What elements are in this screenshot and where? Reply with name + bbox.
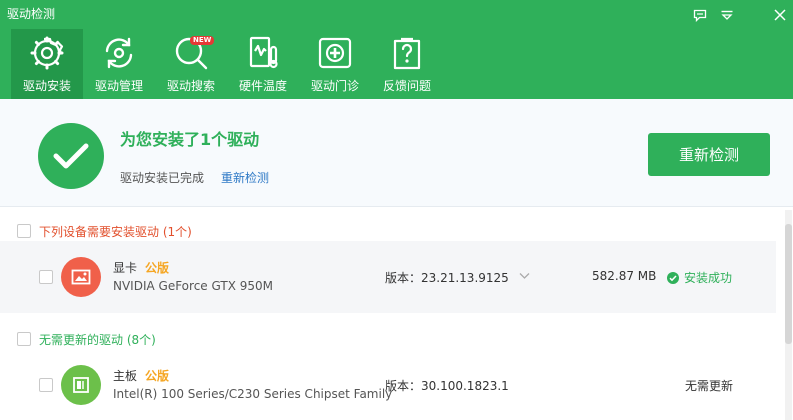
list-item: 显卡 公版 NVIDIA GeForce GTX 950M 版本：23.21.13… [0, 241, 776, 313]
summary-subtitle: 驱动安装已完成 [120, 171, 205, 185]
tab-label: 硬件温度 [238, 79, 287, 93]
scrollbar-thumb[interactable] [785, 224, 792, 344]
tab-label: 驱动安装 [22, 79, 71, 93]
rescan-link[interactable]: 重新检测 [221, 169, 269, 186]
success-check-icon [38, 123, 104, 189]
tab-label: 驱动管理 [94, 79, 143, 93]
tab-label: 驱动门诊 [310, 79, 359, 93]
gear-icon [30, 36, 64, 70]
driver-version: 版本：30.100.1823.1 [385, 379, 509, 393]
tab-hardware-temp[interactable]: 硬件温度 [227, 29, 299, 99]
status-text: 无需更新 [685, 379, 734, 393]
main-tabs: 驱动安装 驱动管理 NEW 驱动搜索 硬件温度 驱动门诊 反馈问题 [11, 29, 443, 99]
window-title: 驱动检测 [7, 7, 56, 21]
menu-icon[interactable] [717, 5, 737, 25]
device-name: 主板 公版 [113, 367, 169, 384]
tab-label: 驱动搜索 [166, 79, 215, 93]
list-item: 主板 公版 Intel(R) 100 Series/C230 Series Chi… [0, 350, 776, 420]
section-title-needs-install: 下列设备需要安装驱动 (1个) [39, 225, 192, 239]
graphics-card-icon [61, 257, 101, 297]
device-name-text: 主板 [113, 369, 138, 383]
summary-title: 为您安装了1个驱动 [120, 130, 260, 149]
thermometer-icon [249, 36, 278, 69]
driver-version: 版本：23.21.13.9125 [385, 271, 509, 285]
version-tag: 公版 [145, 261, 170, 275]
feedback-icon[interactable] [690, 5, 710, 25]
install-summary: 为您安装了1个驱动 驱动安装已完成 重新检测 重新检测 [0, 99, 793, 207]
motherboard-icon [61, 365, 101, 405]
rescan-button[interactable]: 重新检测 [648, 133, 770, 176]
refresh-icon [105, 37, 133, 69]
driver-size: 582.87 MB [592, 269, 657, 283]
close-icon[interactable] [770, 5, 790, 25]
device-model: NVIDIA GeForce GTX 950M [113, 279, 273, 293]
tab-driver-clinic[interactable]: 驱动门诊 [299, 29, 371, 99]
section-checkbox[interactable] [17, 332, 31, 346]
device-model: Intel(R) 100 Series/C230 Series Chipset … [113, 387, 393, 401]
tab-driver-install[interactable]: 驱动安装 [11, 29, 83, 99]
section-checkbox[interactable] [17, 224, 31, 238]
question-icon [393, 37, 421, 70]
tab-driver-manage[interactable]: 驱动管理 [83, 29, 155, 99]
first-aid-icon [318, 37, 352, 69]
header-bar: 驱动检测 驱动安装 驱动管理 NEW 驱动搜索 硬件温度 驱动门诊 反馈问题 [0, 0, 793, 99]
tab-driver-search[interactable]: NEW 驱动搜索 [155, 29, 227, 99]
device-name: 显卡 公版 [113, 259, 169, 276]
row-checkbox[interactable] [39, 270, 53, 284]
device-name-text: 显卡 [113, 261, 138, 275]
tab-label: 反馈问题 [382, 79, 431, 93]
new-badge: NEW [190, 36, 215, 45]
chevron-down-icon[interactable] [519, 272, 530, 280]
version-tag: 公版 [145, 369, 170, 383]
success-icon [667, 271, 679, 284]
row-checkbox[interactable] [39, 378, 53, 392]
status-text: 安装成功 [684, 271, 733, 285]
section-title-no-update: 无需更新的驱动 (8个) [39, 333, 156, 347]
tab-feedback[interactable]: 反馈问题 [371, 29, 443, 99]
status-badge: 安装成功 [667, 269, 732, 286]
